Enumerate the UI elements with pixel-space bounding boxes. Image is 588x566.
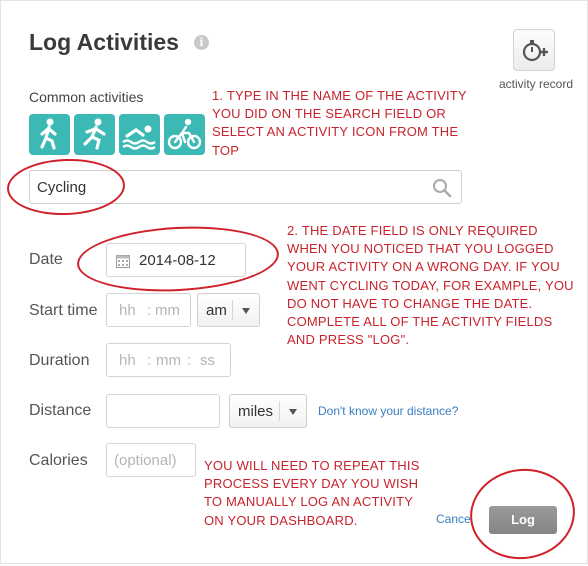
- annotation-line: SELECT AN ACTIVITY ICON FROM THE: [212, 124, 459, 140]
- duration-ss-placeholder: ss: [200, 352, 215, 369]
- annotation-line: 2. THE DATE FIELD IS ONLY REQUIRED: [287, 223, 538, 238]
- walking-icon[interactable]: [29, 114, 70, 155]
- distance-field[interactable]: [106, 394, 220, 428]
- info-icon[interactable]: i: [194, 35, 209, 50]
- activity-record-button[interactable]: [513, 29, 555, 71]
- duration-field[interactable]: hh : mm : ss: [106, 343, 231, 377]
- annotation-line: TO MANUALLY LOG AN ACTIVITY: [204, 494, 414, 510]
- chevron-down-icon: [242, 308, 250, 314]
- swimming-icon[interactable]: [119, 114, 160, 155]
- search-value: Cycling: [37, 179, 87, 196]
- calories-label: Calories: [29, 452, 88, 469]
- common-activities-label: Common activities: [29, 89, 144, 105]
- start-time-field[interactable]: hh : mm: [106, 293, 191, 327]
- duration-hh-placeholder: hh: [119, 352, 136, 369]
- page-title: Log Activities: [29, 29, 179, 55]
- annotation-line: DO NOT HAVE TO CHANGE THE DATE.: [287, 295, 533, 311]
- log-activities-panel: Log Activities i activity record Common …: [0, 0, 588, 566]
- cancel-link[interactable]: Cance: [436, 512, 471, 526]
- annotation-note-2: 2. THE DATE FIELD IS ONLY REQUIRED WHEN …: [287, 222, 574, 349]
- annotation-line: 1. TYPE IN THE NAME OF THE ACTIVITY: [212, 88, 467, 103]
- select-divider: [279, 401, 280, 421]
- search-icon[interactable]: [432, 178, 452, 198]
- ampm-select[interactable]: am: [197, 293, 260, 327]
- annotation-line: ON YOUR DASHBOARD.: [204, 512, 358, 528]
- running-icon[interactable]: [74, 114, 115, 155]
- start-time-colon: :: [147, 302, 152, 319]
- calendar-icon: [116, 255, 130, 268]
- ampm-value: am: [206, 302, 227, 319]
- annotation-line: AND PRESS "LOG".: [287, 332, 410, 348]
- annotation-line: TOP: [212, 142, 240, 158]
- calories-field[interactable]: (optional): [106, 443, 196, 477]
- cycling-icon[interactable]: [164, 114, 205, 155]
- start-hh-placeholder: hh: [119, 302, 136, 319]
- activity-record-label: activity record: [498, 77, 574, 91]
- start-time-label: Start time: [29, 302, 98, 319]
- duration-label: Duration: [29, 352, 90, 369]
- chevron-down-icon: [289, 409, 297, 415]
- annotation-line: PROCESS EVERY DAY YOU WISH: [204, 476, 419, 492]
- annotation-line: YOUR ACTIVITY ON A WRONG DAY. IF YOU: [287, 259, 560, 275]
- calories-placeholder: (optional): [114, 452, 177, 469]
- distance-unit-select[interactable]: miles: [229, 394, 307, 428]
- distance-label: Distance: [29, 402, 92, 419]
- annotation-line: COMPLETE ALL OF THE ACTIVITY FIELDS: [287, 314, 553, 330]
- stopwatch-plus-icon: [522, 40, 548, 62]
- annotation-note-1: 1. TYPE IN THE NAME OF THE ACTIVITY YOU …: [212, 87, 467, 160]
- annotation-line: YOU WILL NEED TO REPEAT THIS: [204, 458, 420, 473]
- annotation-line: YOU DID ON THE SEARCH FIELD OR: [212, 106, 447, 122]
- annotation-note-3: YOU WILL NEED TO REPEAT THIS PROCESS EVE…: [204, 457, 420, 530]
- activity-search-input[interactable]: Cycling: [29, 170, 462, 204]
- date-label: Date: [29, 251, 63, 268]
- date-value: 2014-08-12: [139, 252, 216, 269]
- select-divider: [232, 300, 233, 320]
- annotation-line: WHEN YOU NOTICED THAT YOU LOGGED: [287, 241, 554, 257]
- duration-mm-placeholder: mm: [156, 352, 181, 369]
- distance-unit-value: miles: [238, 403, 274, 420]
- duration-colon: :: [187, 352, 192, 369]
- start-mm-placeholder: mm: [155, 302, 180, 319]
- distance-help-link[interactable]: Don't know your distance?: [318, 404, 458, 418]
- annotation-line: WENT CYCLING TODAY, FOR EXAMPLE, YOU: [287, 277, 574, 293]
- date-field[interactable]: 2014-08-12: [106, 243, 246, 277]
- duration-colon: :: [147, 352, 152, 369]
- log-button[interactable]: Log: [489, 506, 557, 534]
